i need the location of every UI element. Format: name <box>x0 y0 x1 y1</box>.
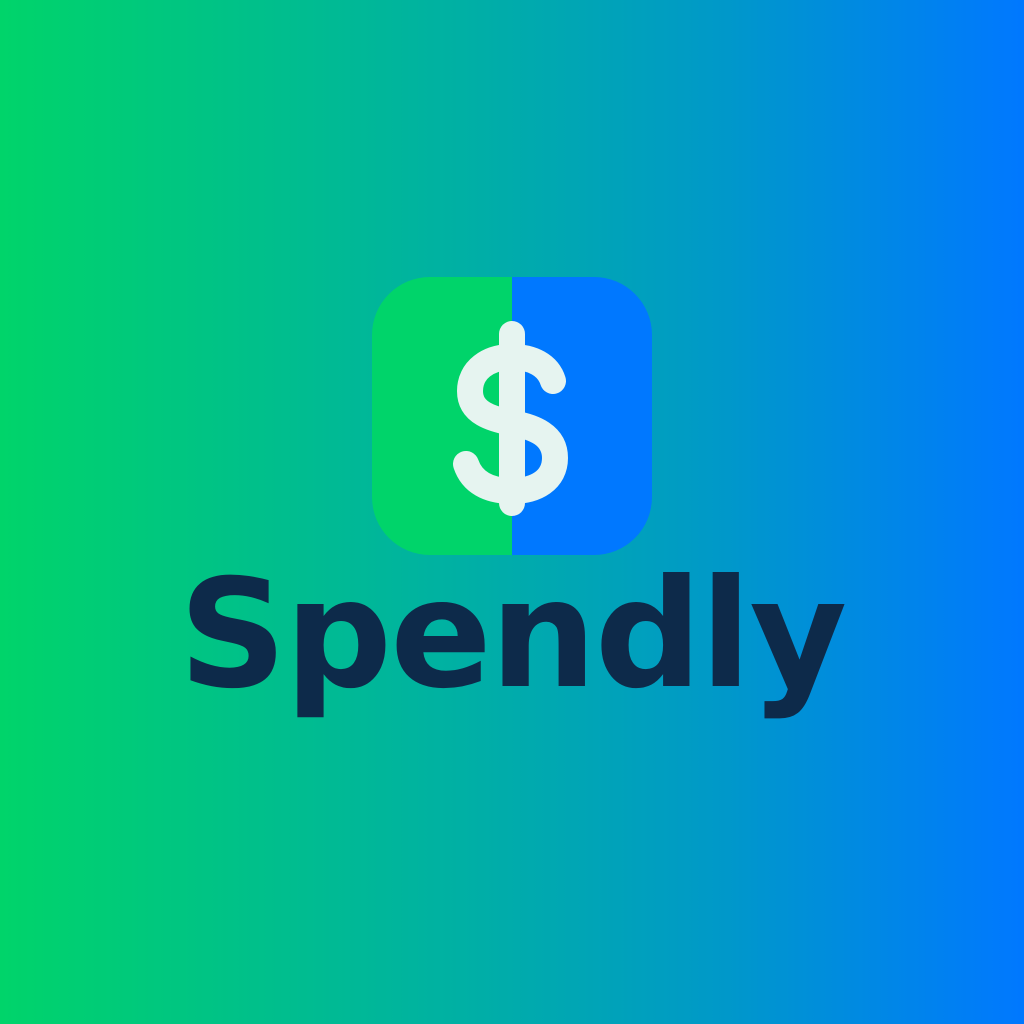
dollar-sign-icon <box>453 321 568 516</box>
app-logo <box>372 277 652 555</box>
splash-screen: Spendly <box>0 0 1024 1024</box>
brand-wordmark: Spendly <box>178 548 848 722</box>
